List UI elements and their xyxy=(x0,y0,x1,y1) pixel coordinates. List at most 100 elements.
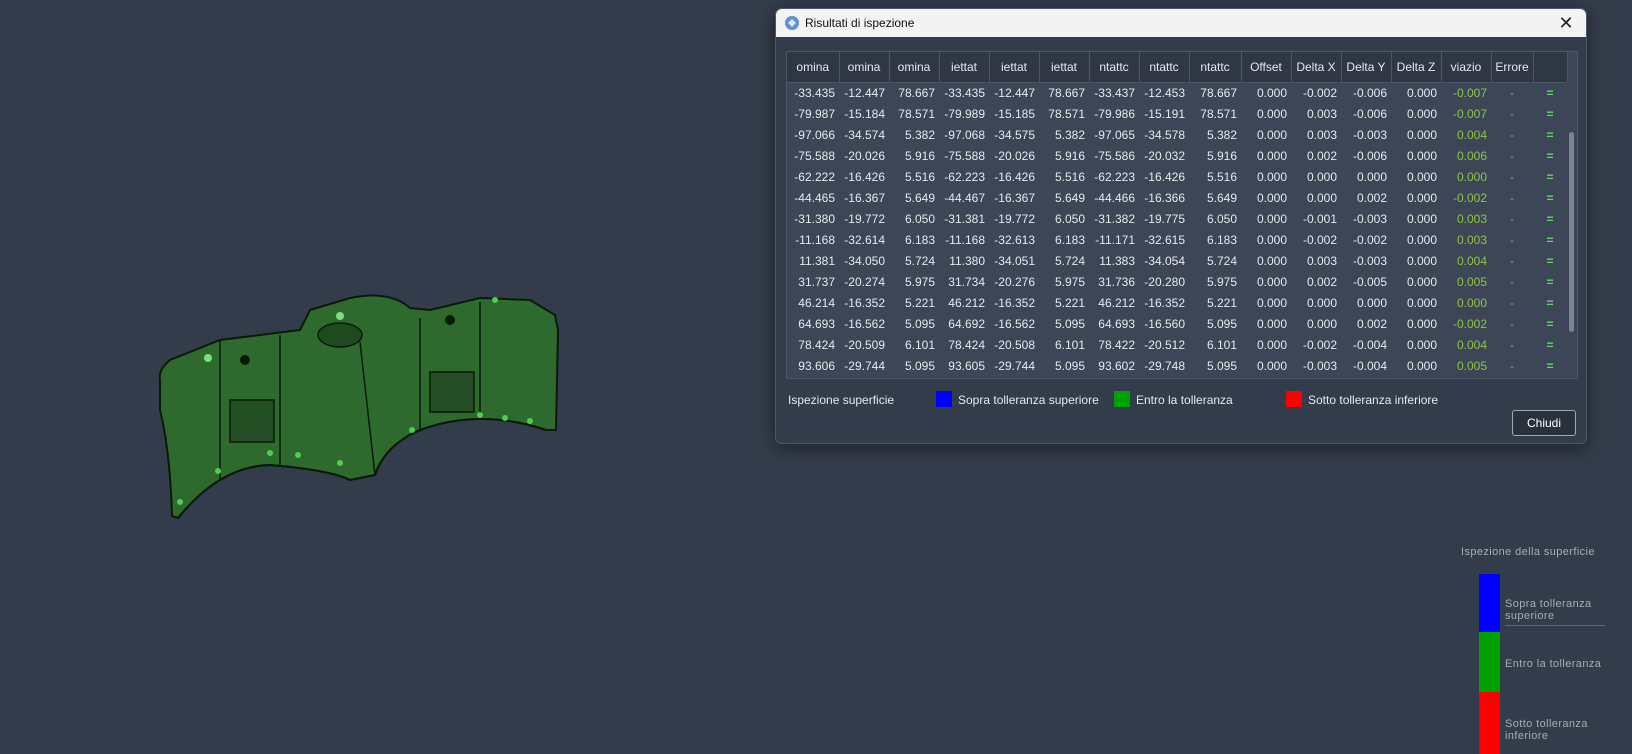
table-cell: = xyxy=(1546,232,1554,247)
column-header[interactable]: ntattc xyxy=(1189,52,1242,83)
table-cell: 5.916 xyxy=(904,148,935,163)
table-row[interactable]: 78.424 -20.509 6.101 78.424 -20.508 6.101 78.4… xyxy=(787,334,1567,355)
table-cell: -16.352 xyxy=(994,295,1035,310)
table-cell: 46.212 xyxy=(948,295,985,310)
table-cell: -0.003 xyxy=(1352,127,1387,142)
column-header[interactable]: omina xyxy=(889,52,940,83)
table-row[interactable]: 11.381 -34.050 5.724 11.380 -34.051 5.724 11.3… xyxy=(787,250,1567,271)
table-row[interactable]: -11.168 -32.614 6.183 -11.168 -32.613 6.183 -1… xyxy=(787,229,1567,250)
table-cell: 6.050 xyxy=(904,211,935,226)
table-cell: 64.692 xyxy=(948,316,985,331)
table-cell: 0.000 xyxy=(1406,274,1437,289)
table-cell: 78.667 xyxy=(1200,85,1237,100)
table-cell: 0.000 xyxy=(1256,85,1287,100)
column-header[interactable]: Errore xyxy=(1491,52,1534,83)
table-cell: 0.003 xyxy=(1456,211,1487,226)
column-header[interactable]: ntattc xyxy=(1089,52,1140,83)
table-cell: = xyxy=(1546,337,1554,352)
table-cell: -0.002 xyxy=(1302,232,1337,247)
table-row[interactable]: -31.380 -19.772 6.050 -31.381 -19.772 6.050 -3… xyxy=(787,208,1567,229)
legend-label-below: Sotto tolleranza inferiore xyxy=(1308,393,1439,407)
table-cell: -31.381 xyxy=(944,211,985,226)
inspected-part-model[interactable] xyxy=(150,290,590,550)
legend-swatch-below xyxy=(1286,391,1302,407)
table-cell: = xyxy=(1546,253,1554,268)
table-cell: -31.382 xyxy=(1094,211,1135,226)
table-cell: 31.737 xyxy=(798,274,835,289)
column-header[interactable]: Delta X xyxy=(1291,52,1342,83)
table-row[interactable]: -97.066 -34.574 5.382 -97.068 -34.575 5.382 -9… xyxy=(787,124,1567,145)
results-table[interactable]: omina omina omina iettat iettat iettat ntattc n… xyxy=(786,51,1578,379)
table-row[interactable]: -44.465 -16.367 5.649 -44.467 -16.367 5.649 -4… xyxy=(787,187,1567,208)
table-cell: -20.509 xyxy=(844,337,885,352)
table-cell: - xyxy=(1510,337,1514,352)
table-cell: 0.000 xyxy=(1406,295,1437,310)
table-row[interactable]: -79.987 -15.184 78.571 -79.989 -15.185 78.571… xyxy=(787,103,1567,124)
table-cell: -97.065 xyxy=(1094,127,1135,142)
table-cell: 0.000 xyxy=(1406,190,1437,205)
table-cell: 0.000 xyxy=(1406,127,1437,142)
table-row[interactable]: -75.588 -20.026 5.916 -75.588 -20.026 5.916 -7… xyxy=(787,145,1567,166)
column-header[interactable]: iettat xyxy=(1039,52,1090,83)
column-header[interactable]: iettat xyxy=(989,52,1040,83)
table-cell: 5.221 xyxy=(1054,295,1085,310)
table-cell: 0.000 xyxy=(1356,295,1387,310)
table-cell: -12.447 xyxy=(994,85,1035,100)
table-cell: -0.002 xyxy=(1452,316,1487,331)
table-cell: = xyxy=(1546,85,1554,100)
table-cell: 0.003 xyxy=(1306,253,1337,268)
table-cell: 6.101 xyxy=(1206,337,1237,352)
dialog-title: Risultati di ispezione xyxy=(805,16,915,30)
table-row[interactable]: -62.222 -16.426 5.516 -62.223 -16.426 5.516 -6… xyxy=(787,166,1567,187)
table-cell: 78.571 xyxy=(1048,106,1085,121)
table-cell: 0.000 xyxy=(1406,85,1437,100)
column-header[interactable]: ntattc xyxy=(1139,52,1190,83)
table-row[interactable]: 46.214 -16.352 5.221 46.212 -16.352 5.221 46.2… xyxy=(787,292,1567,313)
table-row[interactable]: 93.606 -29.744 5.095 93.605 -29.744 5.095 93.6… xyxy=(787,355,1567,376)
table-header: omina omina omina iettat iettat iettat ntattc n… xyxy=(787,52,1568,83)
close-button[interactable]: Chiudi xyxy=(1512,410,1576,436)
table-cell: 5.516 xyxy=(1206,169,1237,184)
table-cell: 0.006 xyxy=(1456,148,1487,163)
table-cell: 5.095 xyxy=(1054,316,1085,331)
table-cell: -0.004 xyxy=(1352,337,1387,352)
column-header[interactable] xyxy=(1533,52,1568,83)
legend-swatch-above xyxy=(936,391,952,407)
column-header[interactable]: Offset xyxy=(1241,52,1292,83)
table-cell: 5.649 xyxy=(1206,190,1237,205)
table-row[interactable]: 64.693 -16.562 5.095 64.692 -16.562 5.095 64.6… xyxy=(787,313,1567,334)
table-cell: -12.447 xyxy=(844,85,885,100)
table-cell: -33.437 xyxy=(1094,85,1135,100)
side-legend-title: Ispezione della superficie xyxy=(1461,546,1595,558)
scrollbar-thumb[interactable] xyxy=(1569,132,1574,332)
table-cell: 46.212 xyxy=(1098,295,1135,310)
dialog-legend: Ispezione superficie Sopra tolleranza su… xyxy=(788,391,1578,411)
table-cell: 78.667 xyxy=(898,85,935,100)
table-cell: 6.050 xyxy=(1054,211,1085,226)
table-cell: -34.051 xyxy=(994,253,1035,268)
table-cell: -75.586 xyxy=(1094,148,1135,163)
table-cell: 0.000 xyxy=(1256,316,1287,331)
column-header[interactable]: omina xyxy=(787,52,840,83)
table-cell: 0.000 xyxy=(1356,169,1387,184)
table-cell: 6.183 xyxy=(1206,232,1237,247)
table-cell: -16.426 xyxy=(994,169,1035,184)
table-cell: = xyxy=(1546,274,1554,289)
table-cell: 0.002 xyxy=(1306,148,1337,163)
close-icon[interactable]: ✕ xyxy=(1546,9,1586,37)
column-header[interactable]: Delta Z xyxy=(1391,52,1442,83)
column-header[interactable]: omina xyxy=(839,52,890,83)
column-header[interactable]: Delta Y xyxy=(1341,52,1392,83)
table-row[interactable]: 31.737 -20.274 5.975 31.734 -20.276 5.975 31.7… xyxy=(787,271,1567,292)
table-cell: = xyxy=(1546,148,1554,163)
table-row[interactable]: -33.435 -12.447 78.667 -33.435 -12.447 78.667… xyxy=(787,82,1567,103)
side-legend-label-within: Entro la tolleranza xyxy=(1505,658,1602,670)
table-cell: 5.382 xyxy=(904,127,935,142)
table-cell: 11.380 xyxy=(949,253,985,268)
table-cell: 0.005 xyxy=(1456,358,1487,373)
column-header[interactable]: iettat xyxy=(939,52,990,83)
table-cell: -75.588 xyxy=(944,148,985,163)
column-header[interactable]: viazio xyxy=(1441,52,1492,83)
table-cell: 0.000 xyxy=(1256,127,1287,142)
vertical-scrollbar[interactable] xyxy=(1567,82,1576,378)
